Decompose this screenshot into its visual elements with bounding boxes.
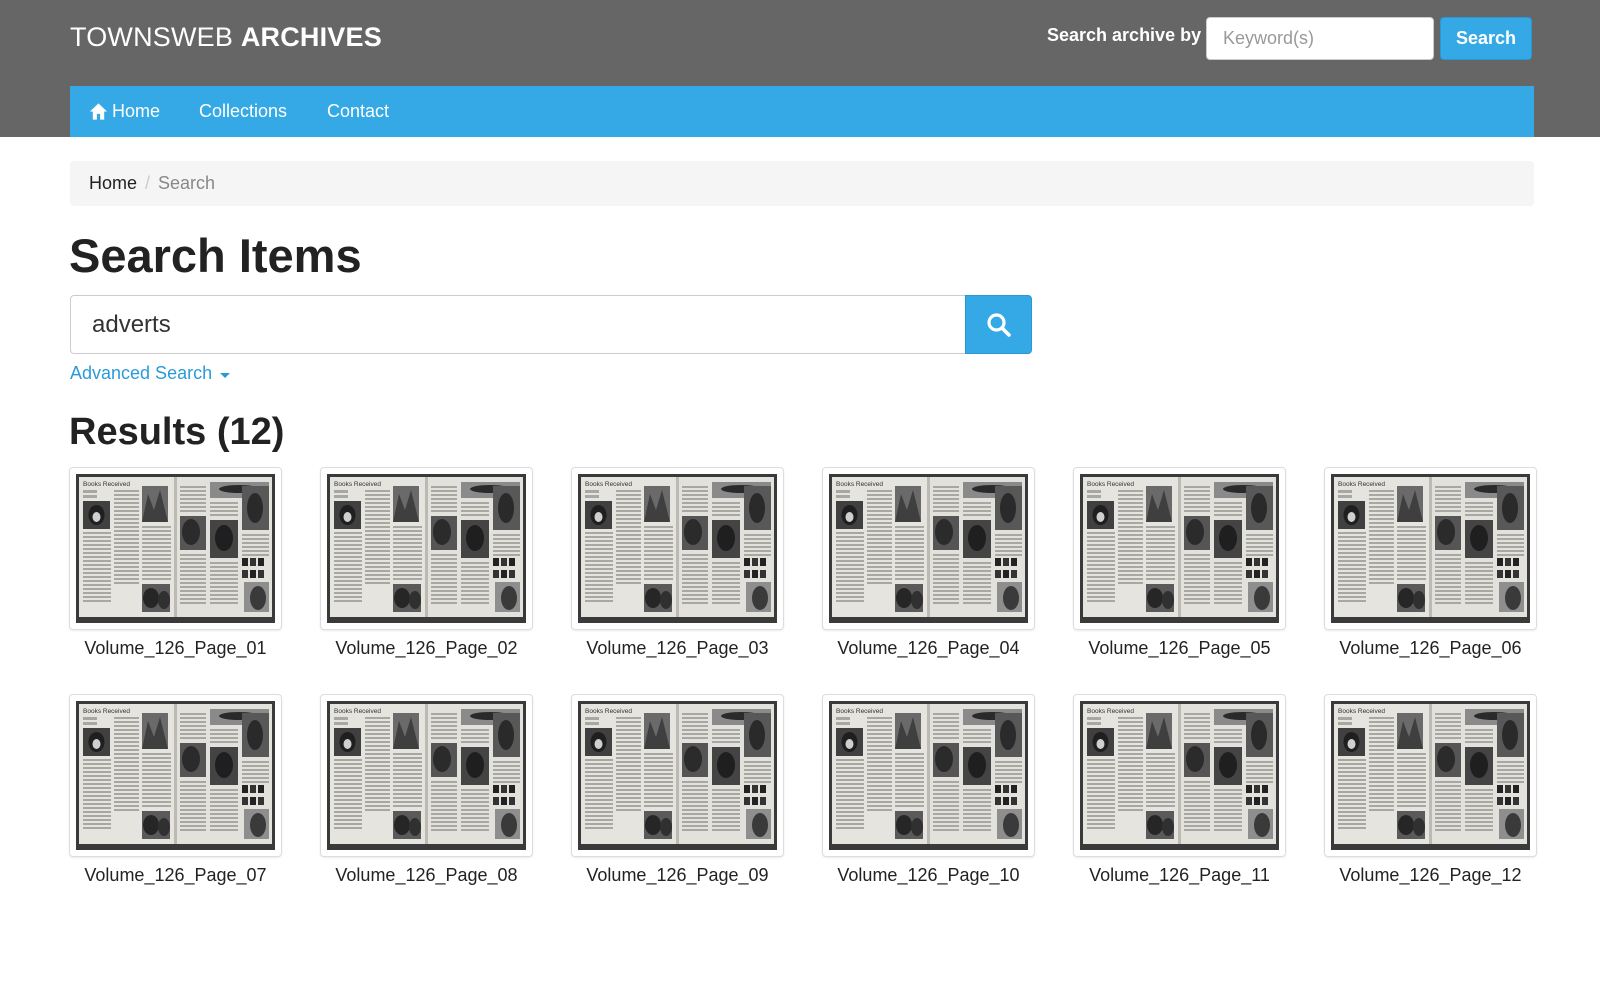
keyword-search-input[interactable]	[1206, 17, 1434, 60]
result-card[interactable]: Books Received	[1073, 694, 1286, 886]
result-thumbnail[interactable]: Books Received	[822, 694, 1035, 857]
magnifier-icon	[986, 312, 1011, 337]
logo-text-light: TOWNSWEB	[70, 22, 241, 52]
thumb-header-text: Books Received	[1338, 481, 1385, 488]
thumb-header-text: Books Received	[836, 481, 883, 488]
result-card[interactable]: Books Received	[320, 694, 533, 886]
thumb-header-text: Books Received	[83, 708, 130, 715]
thumb-header-text: Books Received	[334, 481, 381, 488]
page-scan-image: Books Received	[76, 701, 275, 850]
thumb-header-text: Books Received	[1087, 708, 1134, 715]
page-scan-image: Books Received	[327, 701, 526, 850]
results-grid: Books Received Volume_126_Page_01 Books …	[69, 467, 1537, 886]
result-card[interactable]: Books Received	[822, 467, 1035, 659]
advanced-search-label: Advanced Search	[70, 363, 213, 383]
result-thumbnail[interactable]: Books Received	[571, 467, 784, 630]
thumb-header-text: Books Received	[585, 481, 632, 488]
thumb-header-text: Books Received	[585, 708, 632, 715]
search-query-input[interactable]	[70, 295, 966, 354]
page-scan-image: Books Received	[829, 474, 1028, 623]
result-thumbnail[interactable]: Books Received	[1073, 467, 1286, 630]
result-card[interactable]: Books Received	[1073, 467, 1286, 659]
result-label[interactable]: Volume_126_Page_08	[320, 865, 533, 886]
result-thumbnail[interactable]: Books Received	[571, 694, 784, 857]
logo-text-bold: ARCHIVES	[240, 22, 382, 52]
page-scan-image: Books Received	[1331, 701, 1530, 850]
result-label[interactable]: Volume_126_Page_09	[571, 865, 784, 886]
result-label[interactable]: Volume_126_Page_02	[320, 638, 533, 659]
result-label[interactable]: Volume_126_Page_03	[571, 638, 784, 659]
home-icon	[89, 102, 108, 121]
result-label[interactable]: Volume_126_Page_05	[1073, 638, 1286, 659]
result-thumbnail[interactable]: Books Received	[822, 467, 1035, 630]
result-thumbnail[interactable]: Books Received	[1324, 467, 1537, 630]
result-card[interactable]: Books Received	[69, 694, 282, 886]
breadcrumb: Home / Search	[70, 161, 1534, 206]
result-label[interactable]: Volume_126_Page_06	[1324, 638, 1537, 659]
result-label[interactable]: Volume_126_Page_07	[69, 865, 282, 886]
nav-item-label: Contact	[327, 101, 390, 121]
page-scan-image: Books Received	[829, 701, 1028, 850]
result-thumbnail[interactable]: Books Received	[1324, 694, 1537, 857]
thumb-header-text: Books Received	[334, 708, 381, 715]
page-scan-image: Books Received	[327, 474, 526, 623]
result-card[interactable]: Books Received	[571, 694, 784, 886]
page-scan-image: Books Received	[1080, 474, 1279, 623]
caret-down-icon	[220, 372, 231, 378]
result-label[interactable]: Volume_126_Page_11	[1073, 865, 1286, 886]
result-card[interactable]: Books Received	[822, 694, 1035, 886]
result-label[interactable]: Volume_126_Page_10	[822, 865, 1035, 886]
thumb-header-text: Books Received	[1087, 481, 1134, 488]
site-header: TOWNSWEB ARCHIVES Search archive by Sear…	[0, 0, 1600, 137]
page-scan-image: Books Received	[578, 701, 777, 850]
page-scan-image: Books Received	[578, 474, 777, 623]
result-thumbnail[interactable]: Books Received	[320, 694, 533, 857]
result-label[interactable]: Volume_126_Page_01	[69, 638, 282, 659]
main-navbar: Home Collections Contact	[70, 86, 1534, 137]
header-search-button[interactable]: Search	[1440, 17, 1532, 60]
result-label[interactable]: Volume_126_Page_04	[822, 638, 1035, 659]
page-scan-image: Books Received	[1080, 701, 1279, 850]
nav-item-collections[interactable]: Collections	[199, 86, 287, 137]
page-scan-image: Books Received	[1331, 474, 1530, 623]
page-scan-image: Books Received	[76, 474, 275, 623]
breadcrumb-home-link[interactable]: Home	[89, 173, 137, 194]
result-card[interactable]: Books Received	[571, 467, 784, 659]
result-thumbnail[interactable]: Books Received	[69, 694, 282, 857]
breadcrumb-separator: /	[145, 173, 151, 193]
advanced-search-toggle[interactable]: Advanced Search	[70, 363, 231, 384]
thumb-header-text: Books Received	[836, 708, 883, 715]
result-thumbnail[interactable]: Books Received	[69, 467, 282, 630]
results-heading: Results (12)	[69, 411, 285, 453]
result-thumbnail[interactable]: Books Received	[1073, 694, 1286, 857]
result-card[interactable]: Books Received	[1324, 467, 1537, 659]
breadcrumb-current: Search	[158, 173, 216, 193]
nav-item-label: Collections	[199, 101, 288, 121]
thumb-header-text: Books Received	[1338, 708, 1385, 715]
search-archive-label: Search archive by	[1047, 25, 1202, 45]
nav-item-contact[interactable]: Contact	[327, 86, 389, 137]
result-card[interactable]: Books Received	[320, 467, 533, 659]
result-label[interactable]: Volume_126_Page_12	[1324, 865, 1537, 886]
result-thumbnail[interactable]: Books Received	[320, 467, 533, 630]
result-card[interactable]: Books Received	[69, 467, 282, 659]
page-title: Search Items	[69, 229, 362, 282]
nav-item-label: Home	[112, 101, 161, 121]
nav-item-home[interactable]: Home	[89, 86, 160, 137]
thumb-header-text: Books Received	[83, 481, 130, 488]
result-card[interactable]: Books Received	[1324, 694, 1537, 886]
site-logo[interactable]: TOWNSWEB ARCHIVES	[70, 22, 382, 53]
search-submit-button[interactable]	[965, 295, 1032, 354]
